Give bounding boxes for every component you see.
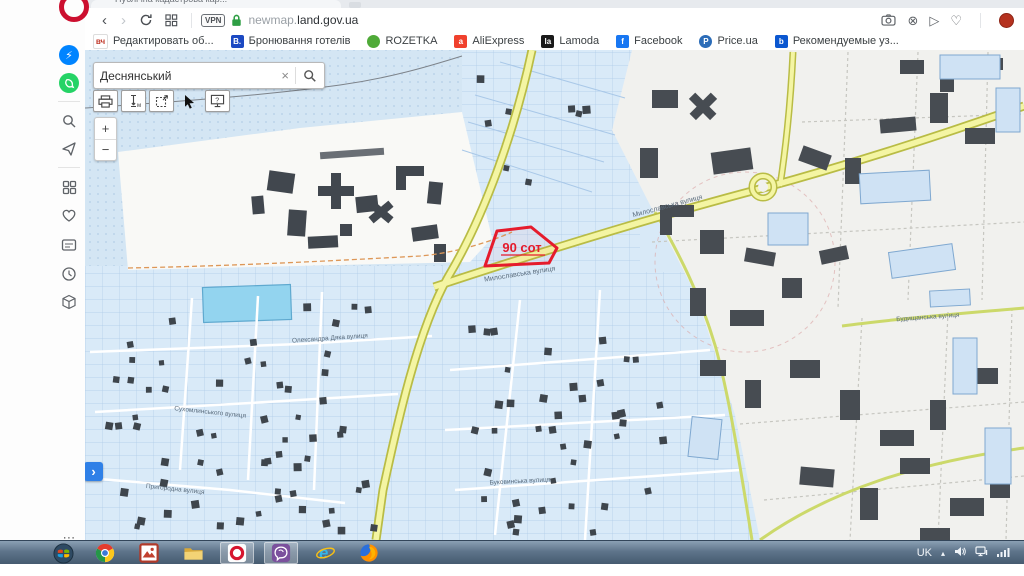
map-canvas[interactable]: 90 сот Милославська вулиця Милославська … [85, 50, 1024, 540]
network-icon[interactable] [975, 546, 988, 560]
extension-badge-icon[interactable] [999, 12, 1014, 28]
taskbar-chrome-icon[interactable] [88, 542, 122, 564]
my-flow-icon[interactable] [58, 138, 80, 160]
taskbar-firefox-icon[interactable] [352, 542, 386, 564]
back-button[interactable]: ‹ [102, 13, 107, 28]
booking-favicon-icon: B. [230, 34, 244, 48]
snapshot-camera-icon[interactable] [881, 14, 896, 26]
hidden-icons-button[interactable]: ▴ [941, 549, 945, 558]
language-indicator[interactable]: UK [917, 547, 932, 559]
opera-logo-icon [59, 0, 89, 22]
forward-button[interactable]: › [121, 13, 126, 28]
panel-toggle-button[interactable]: › [84, 462, 103, 481]
extensions-cube-icon[interactable] [58, 291, 80, 313]
address-toolbar: ‹ › VPN newmap.land.gov.ua ⊗ ▷ ♡ [85, 8, 1024, 32]
bookmark-item[interactable]: la Lamoda [541, 34, 599, 48]
map-toolbar: м ? [93, 90, 230, 112]
bookmarks-heart-icon[interactable] [58, 204, 80, 226]
volume-icon[interactable] [954, 546, 966, 560]
taskbar-ie-icon[interactable]: e [308, 542, 342, 564]
map-search-input[interactable] [94, 68, 276, 83]
url-text[interactable]: newmap.land.gov.ua [248, 13, 358, 27]
map-search-box: × [93, 62, 325, 89]
vpn-badge[interactable]: VPN [201, 13, 226, 27]
zoom-out-button[interactable]: − [95, 140, 116, 161]
aliexpress-favicon-icon: a [454, 34, 468, 48]
taskbar-image-app-icon[interactable] [132, 542, 166, 564]
bookmark-item[interactable]: B. Бронювання готелів [230, 34, 350, 48]
toolbar-separator [191, 12, 192, 28]
lamoda-favicon-icon: la [541, 34, 555, 48]
rozetka-favicon-icon [367, 34, 381, 48]
bookmarks-bar: вч Редактировать об... B. Бронювання гот… [85, 32, 1024, 50]
history-clock-icon[interactable] [58, 263, 80, 285]
tab-strip: Публічна кадастрова кар... [85, 0, 1024, 8]
messenger-icon[interactable]: ⚡ [58, 44, 80, 66]
bookmark-item[interactable]: f Facebook [616, 34, 682, 48]
wallet-icon[interactable]: ⊗ [907, 14, 918, 27]
priceua-favicon-icon: P [699, 34, 713, 48]
signal-bars-icon[interactable] [997, 546, 1010, 560]
opera-sidebar: ⚡ ⋯ [0, 0, 89, 545]
help-button[interactable]: ? [205, 90, 230, 112]
zoom-control: + − [94, 117, 117, 161]
map-area: 90 сот Милославська вулиця Милославська … [84, 50, 1024, 540]
start-button[interactable] [48, 542, 78, 564]
personal-news-icon[interactable] [58, 234, 80, 256]
tab-title: Публічна кадастрова кар... [115, 0, 341, 4]
facebook-favicon-icon: f [616, 34, 630, 48]
whatsapp-icon[interactable] [58, 72, 80, 94]
toolbar-separator [980, 12, 981, 28]
water-basin [201, 283, 293, 324]
speed-dial-icon[interactable] [58, 176, 80, 198]
desktop-screen: ⚡ ⋯ Публічна ка [0, 0, 1024, 576]
sidebar-divider [58, 167, 80, 168]
bookmark-item[interactable]: a AliExpress [454, 34, 524, 48]
bookmark-item[interactable]: ROZETKA [367, 34, 437, 48]
taskbar-opera-icon[interactable] [220, 542, 254, 564]
toolbar-right-icons: ⊗ ▷ ♡ [881, 12, 1014, 28]
svg-text:м: м [137, 103, 141, 108]
print-button[interactable] [93, 90, 118, 112]
search-clear-icon[interactable]: × [275, 68, 295, 83]
system-tray: UK ▴ [917, 546, 1024, 560]
bookmark-heart-icon[interactable]: ♡ [950, 14, 962, 27]
search-button[interactable] [296, 63, 324, 88]
bookmark-item[interactable]: b Рекомендуемые уз... [774, 34, 899, 48]
parcel-area-label: 90 сот [502, 240, 541, 255]
editor-favicon-icon: вч [93, 33, 108, 49]
measure-area-button[interactable] [149, 90, 174, 112]
speed-dial-button[interactable] [165, 13, 178, 27]
reload-button[interactable] [139, 13, 153, 27]
sidebar-divider [58, 101, 80, 102]
taskbar-viber-icon[interactable] [264, 542, 298, 564]
measure-length-button[interactable]: м [121, 90, 146, 112]
bottom-strip [0, 564, 1024, 576]
taskbar-explorer-folder-icon[interactable] [176, 542, 210, 564]
bookmark-item[interactable]: P Price.ua [699, 34, 758, 48]
bookmark-item[interactable]: вч Редактировать об... [93, 33, 214, 49]
secure-lock-icon[interactable] [231, 14, 242, 27]
svg-text:e: e [319, 544, 328, 562]
search-tabs-icon[interactable] [58, 110, 80, 132]
svg-text:?: ? [215, 97, 219, 104]
cursor-tool[interactable] [177, 90, 202, 112]
taskbar: e UK ▴ [0, 540, 1024, 565]
flow-send-icon[interactable]: ▷ [929, 14, 939, 27]
browser-tab[interactable]: Публічна кадастрова кар... [91, 0, 341, 8]
zoom-in-button[interactable]: + [95, 118, 116, 140]
recommended-favicon-icon: b [774, 34, 788, 48]
